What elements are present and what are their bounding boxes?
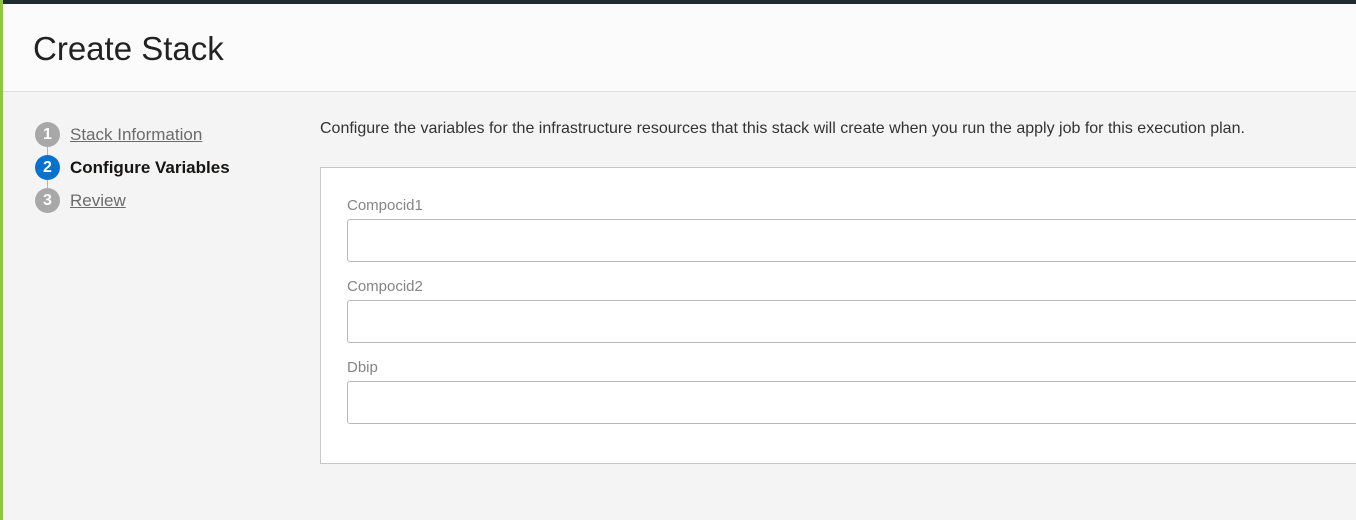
wizard-steps: 1 Stack Information 2 Configure Variable… <box>35 118 275 217</box>
step-link-review[interactable]: Review <box>70 191 126 211</box>
variables-panel: Compocid1 Compocid2 Dbip <box>320 167 1356 464</box>
step-review[interactable]: 3 Review <box>35 184 275 217</box>
step-number-badge: 1 <box>35 122 60 147</box>
compocid1-label: Compocid1 <box>347 197 423 214</box>
step-stack-information[interactable]: 1 Stack Information <box>35 118 275 151</box>
page-header: Create Stack <box>3 4 1356 92</box>
dbip-label: Dbip <box>347 359 378 376</box>
step-number-badge-active: 2 <box>35 155 60 180</box>
compocid2-label: Compocid2 <box>347 278 423 295</box>
compocid1-input[interactable] <box>347 219 1356 262</box>
step-link-stack-information[interactable]: Stack Information <box>70 125 202 145</box>
compocid2-input[interactable] <box>347 300 1356 343</box>
step-number-badge: 3 <box>35 188 60 213</box>
dbip-input[interactable] <box>347 381 1356 424</box>
app-frame: Create Stack 1 Stack Information 2 Confi… <box>0 0 1356 520</box>
configure-intro-text: Configure the variables for the infrastr… <box>320 120 1245 137</box>
step-label-configure-variables: Configure Variables <box>70 157 230 177</box>
page-title: Create Stack <box>33 30 224 67</box>
step-configure-variables: 2 Configure Variables <box>35 151 275 184</box>
